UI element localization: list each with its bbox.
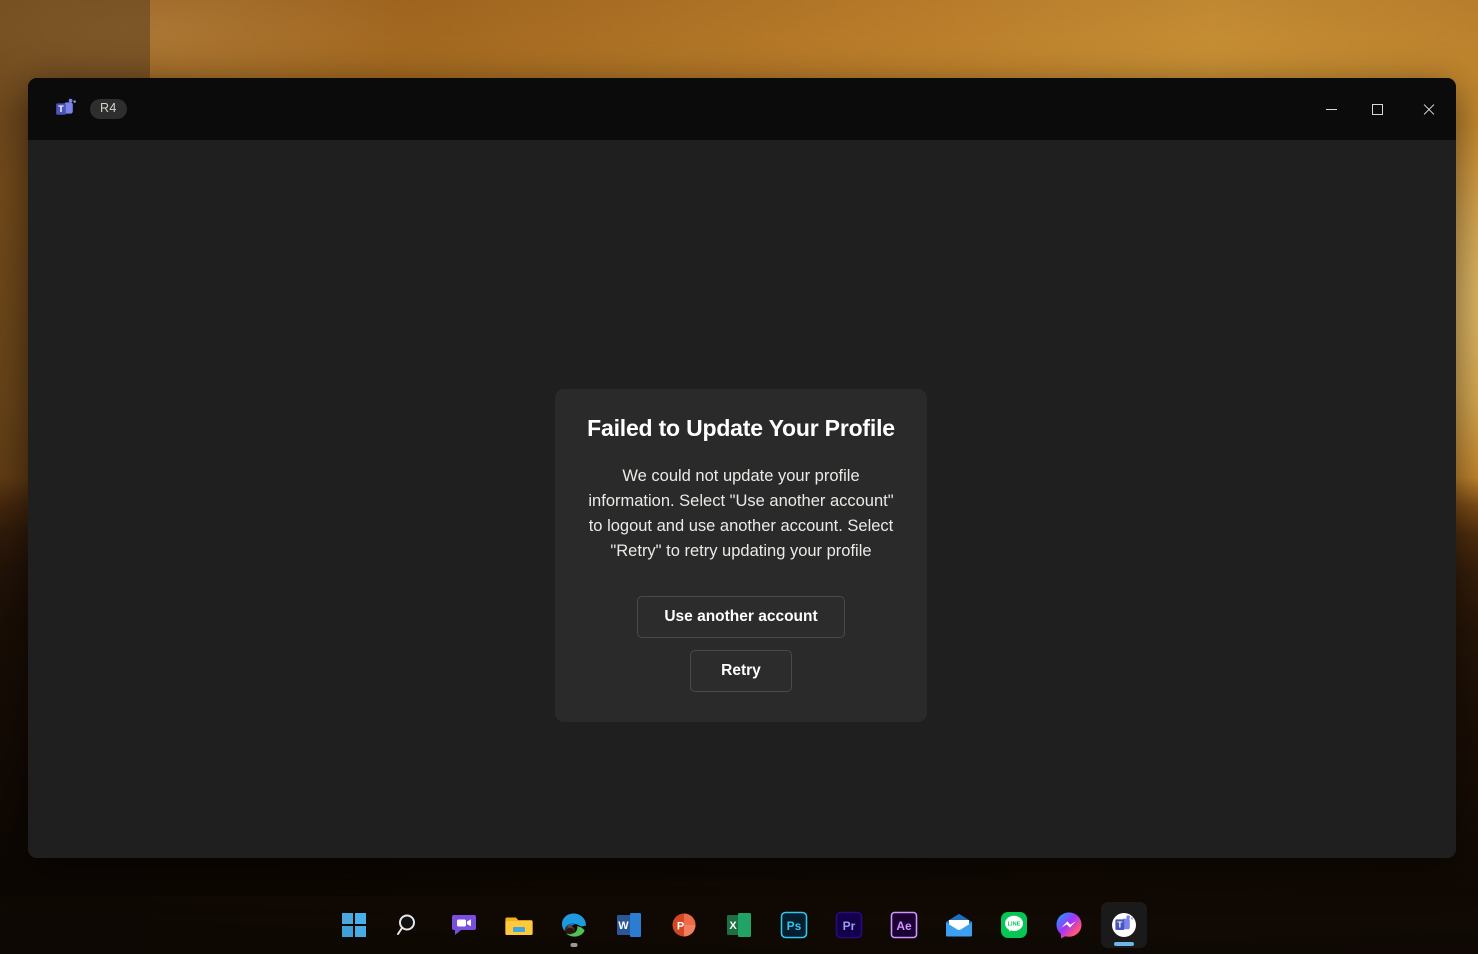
titlebar-left-group: T R4 xyxy=(54,97,127,121)
error-dialog: Failed to Update Your Profile We could n… xyxy=(555,389,927,722)
line-button[interactable]: LINE xyxy=(991,902,1037,948)
maximize-button[interactable] xyxy=(1354,78,1400,140)
close-button[interactable] xyxy=(1400,78,1456,140)
line-icon: LINE xyxy=(1001,912,1027,938)
window-badge: R4 xyxy=(90,99,127,119)
aftereffects-icon: Ae xyxy=(890,911,918,939)
teams-app-window: T R4 Failed to Update Your Profile We co… xyxy=(28,78,1456,858)
excel-button[interactable]: X xyxy=(716,902,762,948)
search-button[interactable] xyxy=(386,902,432,948)
mail-icon xyxy=(946,914,972,937)
window-content-area: Failed to Update Your Profile We could n… xyxy=(28,140,1456,858)
teams-taskbar-button[interactable]: T xyxy=(1101,902,1147,948)
running-indicator xyxy=(570,943,578,947)
word-button[interactable]: W xyxy=(606,902,652,948)
window-titlebar[interactable]: T R4 xyxy=(28,78,1456,140)
svg-text:T: T xyxy=(58,104,64,114)
dialog-message: We could not update your profile informa… xyxy=(588,467,894,560)
minimize-icon xyxy=(1325,108,1337,110)
svg-text:X: X xyxy=(729,920,737,932)
dialog-title: Failed to Update Your Profile xyxy=(587,415,895,441)
windows-icon xyxy=(342,913,366,937)
photoshop-button[interactable]: Ps xyxy=(771,902,817,948)
svg-text:Ps: Ps xyxy=(787,919,802,933)
maximize-icon xyxy=(1371,103,1383,115)
edge-icon xyxy=(562,913,586,937)
excel-icon: X xyxy=(727,913,751,937)
desktop: T R4 Failed to Update Your Profile We co… xyxy=(0,0,1478,954)
svg-text:Pr: Pr xyxy=(843,919,856,933)
close-icon xyxy=(1422,103,1435,116)
file-explorer-button[interactable] xyxy=(496,902,542,948)
chat-video-icon xyxy=(452,915,476,935)
minimize-button[interactable] xyxy=(1308,78,1354,140)
chat-button[interactable] xyxy=(441,902,487,948)
active-indicator xyxy=(1114,942,1134,946)
svg-text:LINE: LINE xyxy=(1008,922,1021,928)
mail-button[interactable] xyxy=(936,902,982,948)
messenger-icon xyxy=(1056,912,1082,939)
svg-text:P: P xyxy=(677,921,684,933)
use-another-account-button[interactable]: Use another account xyxy=(637,596,845,638)
teams-icon: T xyxy=(54,97,78,121)
teams-icon: T xyxy=(1112,913,1136,937)
svg-text:T: T xyxy=(1117,920,1123,930)
powerpoint-button[interactable]: P xyxy=(661,902,707,948)
word-icon: W xyxy=(617,913,641,937)
search-icon xyxy=(397,914,415,935)
retry-button[interactable]: Retry xyxy=(690,650,792,692)
start-button[interactable] xyxy=(331,902,377,948)
powerpoint-icon: P xyxy=(672,913,696,937)
svg-text:W: W xyxy=(618,920,629,932)
messenger-button[interactable] xyxy=(1046,902,1092,948)
aftereffects-button[interactable]: Ae xyxy=(881,902,927,948)
window-caption-buttons xyxy=(1308,78,1456,140)
edge-button[interactable] xyxy=(551,902,597,948)
photoshop-icon: Ps xyxy=(780,911,808,939)
premiere-icon: Pr xyxy=(835,911,863,939)
folder-icon xyxy=(505,917,533,935)
premiere-button[interactable]: Pr xyxy=(826,902,872,948)
taskbar: W P X Ps Pr Ae LINE T xyxy=(0,896,1478,954)
svg-text:Ae: Ae xyxy=(896,919,912,933)
